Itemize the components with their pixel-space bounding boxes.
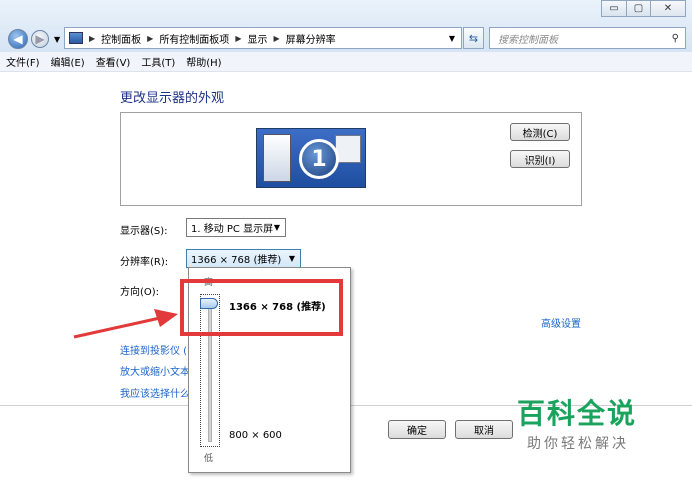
menu-bar: 文件(F) 编辑(E) 查看(V) 工具(T) 帮助(H) [0,52,692,72]
red-arrow-annotation [73,309,178,339]
low-label: 低 [204,454,214,464]
breadcrumb-item[interactable]: 所有控制面板项 [159,31,229,46]
monitor-thumbnail[interactable]: 1 [256,128,366,188]
display-label: 显示器(S): [120,226,168,237]
identify-button[interactable]: 识别(I) [510,150,570,168]
page-title: 更改显示器的外观 [120,91,225,106]
resolution-label: 分辨率(R): [120,257,169,268]
breadcrumb-item[interactable]: 显示 [247,31,267,46]
breadcrumb-item[interactable]: 屏幕分辨率 [286,31,336,46]
help-choose-link[interactable]: 我应该选择什么 [120,385,190,400]
resolution-option-bottom[interactable]: 800 × 600 [229,430,282,441]
orientation-label: 方向(O): [120,287,160,298]
search-input[interactable]: 搜索控制面板 ⚲ [489,27,686,49]
cancel-button[interactable]: 取消 [455,420,513,439]
forward-button[interactable]: ▶ [31,30,49,48]
text-size-link[interactable]: 放大或缩小文本 [120,363,190,378]
close-button[interactable]: ✕ [650,0,686,17]
watermark-title: 百科全说 [517,397,638,430]
chevron-down-icon: ▼ [288,254,295,263]
watermark-subtitle: 助你轻松解决 [527,436,629,452]
address-dropdown-icon[interactable]: ▼ [449,34,455,43]
recent-pages-icon[interactable]: ▼ [54,35,60,44]
breadcrumb-item[interactable]: 控制面板 [101,31,141,46]
monitor-number-badge: 1 [299,139,339,179]
ok-button[interactable]: 确定 [388,420,446,439]
search-icon[interactable]: ⚲ [672,33,679,44]
monitor-window-icon [263,134,291,182]
minimize-button[interactable]: ▭ [601,0,627,17]
menu-tools[interactable]: 工具(T) [141,54,175,69]
menu-edit[interactable]: 编辑(E) [51,54,85,69]
address-bar[interactable]: ▶ 控制面板 ▶ 所有控制面板项 ▶ 显示 ▶ 屏幕分辨率 ▼ [64,27,462,49]
maximize-button[interactable]: ▢ [626,0,651,17]
menu-view[interactable]: 查看(V) [96,54,131,69]
control-panel-icon [69,32,83,44]
chevron-down-icon: ▼ [273,223,280,232]
display-select[interactable]: 1. 移动 PC 显示屏 ▼ [186,218,286,237]
advanced-settings-link[interactable]: 高级设置 [541,315,581,330]
detect-button[interactable]: 检测(C) [510,123,570,141]
menu-help[interactable]: 帮助(H) [186,54,221,69]
refresh-icon[interactable]: ⇆ [463,27,484,49]
menu-file[interactable]: 文件(F) [6,54,40,69]
red-highlight-box [180,279,343,336]
resolution-select[interactable]: 1366 × 768 (推荐) ▼ [186,249,301,268]
back-button[interactable]: ◀ [8,29,28,49]
